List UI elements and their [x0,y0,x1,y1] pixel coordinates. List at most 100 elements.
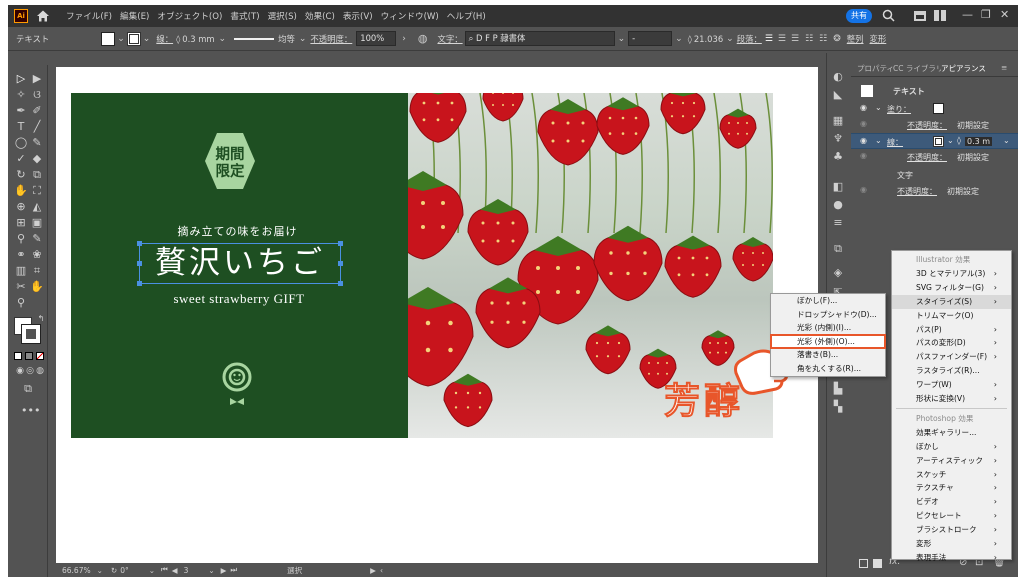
appearance-row-object-opacity[interactable]: ◉ 不透明度： 初期設定 [851,183,1018,199]
document-canvas[interactable]: 期間 限定 摘み立ての味をお届け 贅沢いちご sweet strawberry … [56,67,818,572]
tab-cc-libraries[interactable]: CC ライブラリ [893,63,943,74]
appearance-row-stroke-opacity[interactable]: ◉ 不透明度： 初期設定 [851,149,1018,165]
menu-item-scribble[interactable]: 落書き(B)... [771,348,885,362]
menu-item[interactable]: トリムマーク(O) [892,309,1011,323]
artboard-number[interactable]: 3 [184,566,189,575]
stroke-label[interactable]: 線： [156,33,173,45]
edit-toolbar-icon[interactable]: ••• [21,405,40,417]
menu-window[interactable]: ウィンドウ(W) [381,10,439,22]
menu-item[interactable]: パス(P) › [892,323,1011,337]
stroke-label[interactable]: 線： [887,137,903,148]
menu-item[interactable]: SVG フィルター(G) › [892,281,1011,295]
blend-tool-icon[interactable]: ⚭ [14,249,28,261]
menu-item-stylize[interactable]: スタイライズ(S) › [892,294,1011,309]
status-menu-icon[interactable]: ▶ [370,566,376,575]
align-panel-icon[interactable]: ▙ [831,383,845,395]
appearance-row-fill[interactable]: ◉ ⌄ 塗り： [851,101,1018,117]
chevron-down-icon[interactable]: ⌄ [618,34,626,44]
chevron-down-icon[interactable]: ⌄ [117,34,125,44]
recolor-icon[interactable]: ◍ [418,32,428,45]
transparency-icon[interactable]: ≡ [831,217,845,229]
menu-view[interactable]: 表示(V) [343,10,373,22]
chevron-down-icon[interactable]: ⌄ [1003,136,1010,145]
mesh-tool-icon[interactable]: ⊞ [14,217,28,229]
workspace-icon[interactable] [914,11,926,21]
menu-item[interactable]: アーティスティック › [892,454,1011,468]
chevron-right-icon[interactable]: › [402,34,406,44]
chevron-down-icon[interactable]: ⌄ [947,136,954,145]
minimize-icon[interactable]: — [962,8,973,21]
warp-tool-icon[interactable]: ✋ [14,185,28,197]
chevron-down-icon[interactable]: ⌄ [149,566,155,575]
menu-item[interactable]: ブラシストローク › [892,523,1011,537]
tab-properties[interactable]: プロパティ [857,63,894,74]
menu-item[interactable]: 変形 › [892,537,1011,551]
share-button[interactable]: 共有 [846,9,872,23]
stroke-swatch[interactable] [126,31,141,46]
rotation-value[interactable]: 0° [120,566,129,575]
stroke-swatch[interactable] [933,136,944,147]
menu-item[interactable]: 形状に変換(V) › [892,392,1011,406]
stroke-panel-icon[interactable]: ◧ [831,181,845,193]
hand-tool-icon[interactable]: ✋ [30,281,44,293]
tab-appearance[interactable]: アピアランス [941,63,986,74]
next-artboard-icon[interactable]: ▶ [221,566,227,575]
appearance-row-text[interactable]: テキスト [851,83,1018,99]
menu-object[interactable]: オブジェクト(O) [157,10,222,22]
font-size-value[interactable]: 21.036 [694,34,723,44]
fill-label[interactable]: 塗り： [887,104,911,115]
paintbrush-tool-icon[interactable]: ✎ [30,137,44,149]
font-size-stepper-icon[interactable]: ◊ [688,34,692,44]
chevron-down-icon[interactable]: ⌄ [208,566,214,575]
stroke-profile-label[interactable]: 均等 [278,33,295,45]
opacity-label[interactable]: 不透明度： [310,33,352,45]
menu-item[interactable]: ぼかし › [892,440,1011,454]
home-icon[interactable] [36,9,50,23]
chevron-down-icon[interactable]: ⌄ [219,34,227,44]
align-center-icon[interactable]: ☰ [778,34,786,44]
menu-file[interactable]: ファイル(F) [66,10,112,22]
chevron-down-icon[interactable]: ⌄ [875,136,882,145]
stroke-weight-value[interactable]: 0.3 m [965,137,993,146]
swap-colors-icon[interactable]: ↰ [34,313,48,325]
none-mode-icon[interactable] [36,352,44,360]
zoom-tool-icon[interactable]: ⚲ [14,297,28,309]
eye-icon[interactable]: ◉ [860,136,867,145]
panel-menu-icon[interactable]: ≡ [1001,63,1007,72]
symbols-icon[interactable]: ♣ [831,151,845,163]
gradient-tool-icon[interactable]: ▣ [30,217,44,229]
scale-tool-icon[interactable]: ⧉ [30,169,44,181]
align-right-icon[interactable]: ☰ [791,34,799,44]
last-artboard-icon[interactable]: ⏭ [230,565,237,575]
color-mode-icon[interactable] [14,352,22,360]
line-tool-icon[interactable]: ╱ [30,121,44,133]
menu-type[interactable]: 書式(T) [230,10,259,22]
pathfinder-icon[interactable]: ▚ [831,401,845,413]
stroke-stepper-icon[interactable]: ◊ [176,34,180,44]
pen-tool-icon[interactable]: ✒ [14,105,28,117]
column-graph-tool-icon[interactable]: ▥ [14,265,28,277]
properties-icon[interactable]: ◐ [831,71,845,83]
menu-item[interactable]: ラスタライズ(R)... [892,364,1011,378]
add-fill-icon[interactable] [873,559,882,568]
first-artboard-icon[interactable]: ⏮ [161,565,168,575]
opacity-label[interactable]: 不透明度： [907,152,947,163]
artboard-tool-icon[interactable]: ⌗ [30,265,44,277]
slice-tool-icon[interactable]: ✂ [14,281,28,293]
numbering-icon[interactable]: ☷ [819,34,827,44]
layers-icon[interactable]: ◈ [831,267,845,279]
menu-select[interactable]: 選択(S) [268,10,297,22]
chevron-down-icon[interactable]: ⌄ [726,34,734,44]
eye-icon[interactable]: ◉ [860,185,867,194]
rotate-view-icon[interactable]: ↻ [111,566,117,575]
chevron-down-icon[interactable]: ⌄ [875,103,882,112]
screen-mode-icon[interactable]: ⧉ [21,383,35,395]
chevron-down-icon[interactable]: ⌄ [675,34,683,44]
artboards-panel-icon[interactable]: ⧉ [831,243,845,255]
rotate-tool-icon[interactable]: ↻ [14,169,28,181]
eye-icon[interactable]: ◉ [860,119,867,128]
libraries-icon[interactable]: ◣ [831,89,845,101]
previous-artboard-icon[interactable]: ◀ [172,566,178,575]
chevron-down-icon[interactable]: ⌄ [299,34,307,44]
eraser-tool-icon[interactable]: ◆ [30,153,44,165]
